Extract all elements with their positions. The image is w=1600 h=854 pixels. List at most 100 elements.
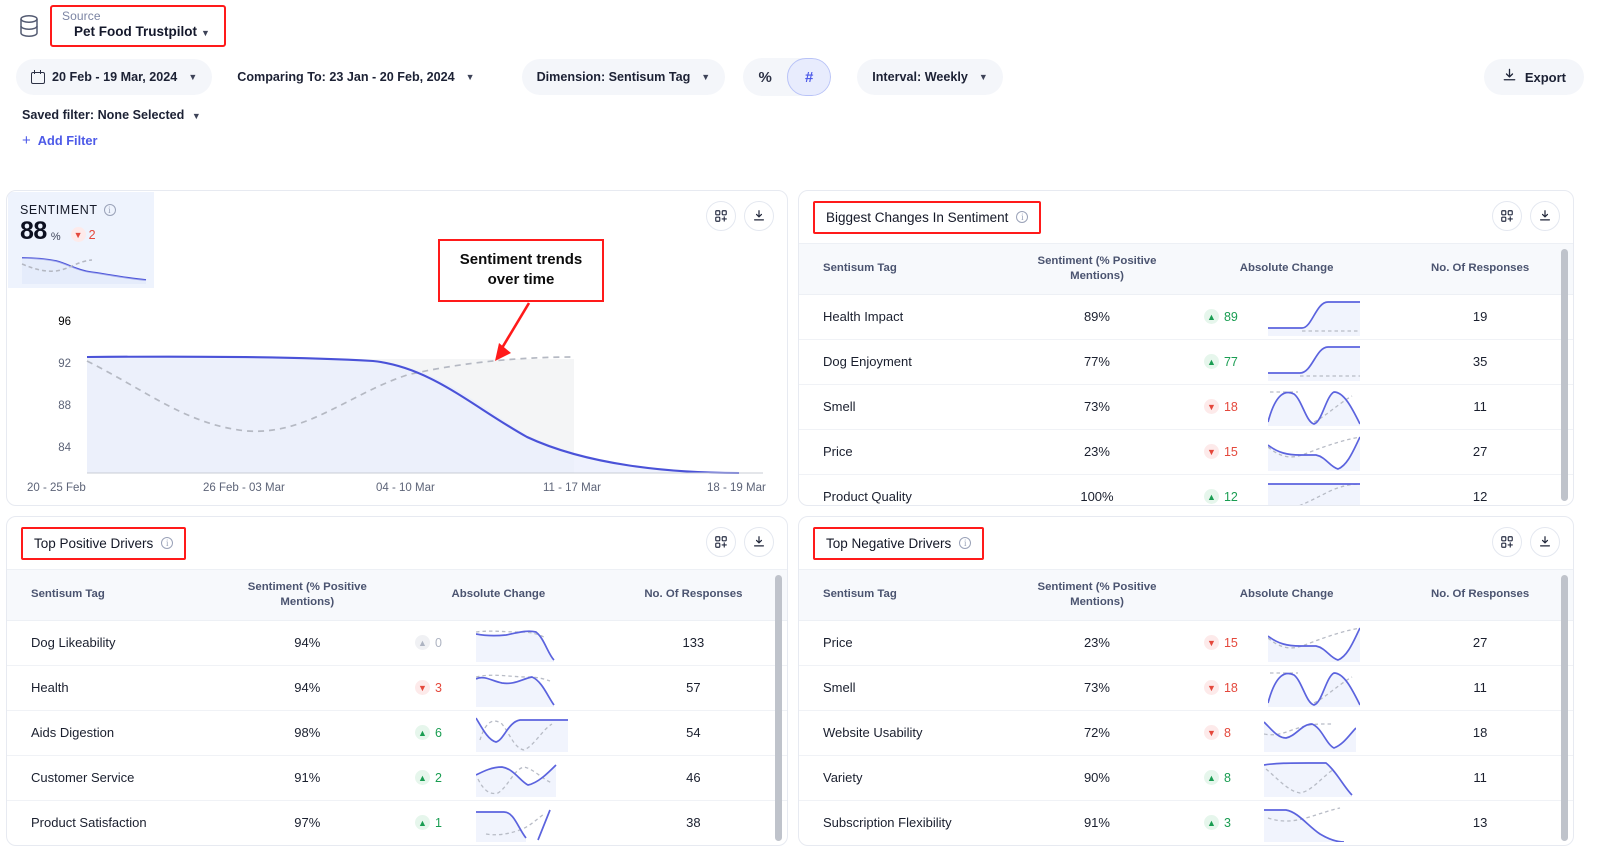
row-sparkline <box>1264 807 1345 842</box>
vertical-scrollbar[interactable] <box>1561 575 1568 841</box>
cell-responses: 12 <box>1387 474 1573 505</box>
comparison-range-picker[interactable]: Comparing To: 23 Jan - 20 Feb, 2024 ▼ <box>222 59 489 95</box>
interval-selector[interactable]: Interval: Weekly ▼ <box>857 59 1003 95</box>
cell-responses: 54 <box>599 710 787 756</box>
biggest-changes-body: Health Impact 89% ▲ 89 19 Dog Enjoyment 77% ▲ 77… <box>799 294 1573 505</box>
download-icon[interactable] <box>744 201 774 231</box>
date-range-label: 20 Feb - 19 Mar, 2024 <box>52 70 178 84</box>
table-row[interactable]: Product Quality 100% ▲ 12 12 <box>799 474 1573 505</box>
arrow-down-icon: ▼ <box>414 680 430 696</box>
export-label: Export <box>1524 69 1566 85</box>
add-to-dashboard-icon[interactable] <box>1492 201 1522 231</box>
date-range-picker[interactable]: 20 Feb - 19 Mar, 2024 ▼ <box>16 59 213 95</box>
source-value[interactable]: Pet Food Trustpilot ▼ <box>62 24 210 40</box>
info-icon[interactable]: i <box>161 537 174 549</box>
cell-change: ▼ 8 <box>1185 710 1388 756</box>
cell-responses: 13 <box>1387 800 1573 845</box>
table-row[interactable]: Customer Service 91% ▲ 2 46 <box>7 755 787 801</box>
table-row[interactable]: Variety 90% ▲ 8 11 <box>799 755 1573 801</box>
cell-tag: Health Impact <box>799 294 1008 340</box>
dashboard-grid: SENTIMENT i 88 % ▼ 2 96 92 88 84 20 - 25… <box>6 190 1594 846</box>
arrow-down-icon: ▼ <box>1203 635 1219 651</box>
add-filter-label: Add Filter <box>37 133 98 148</box>
change-value: 77 <box>1223 354 1238 369</box>
download-icon[interactable] <box>1530 201 1560 231</box>
row-sparkline <box>1267 300 1360 336</box>
info-icon[interactable]: i <box>103 204 116 216</box>
table-row[interactable]: Price 23% ▼ 15 27 <box>799 620 1573 666</box>
arrow-up-icon: ▲ <box>1203 309 1219 325</box>
dimension-selector[interactable]: Dimension: Sentisum Tag ▼ <box>521 59 726 95</box>
table-row[interactable]: Health Impact 89% ▲ 89 19 <box>799 294 1573 340</box>
comparison-range-label: Comparing To: 23 Jan - 20 Feb, 2024 <box>237 70 455 84</box>
add-to-dashboard-icon[interactable] <box>1492 527 1522 557</box>
vertical-scrollbar[interactable] <box>1561 249 1568 501</box>
table-row[interactable]: Product Satisfaction 97% ▲ 1 38 <box>7 800 787 845</box>
table-row[interactable]: Aids Digestion 98% ▲ 6 54 <box>7 710 787 756</box>
column-header-responses: No. Of Responses <box>599 569 787 621</box>
add-to-dashboard-icon[interactable] <box>706 201 736 231</box>
biggest-changes-scroll[interactable]: Sentisum Tag Sentiment (% Positive Menti… <box>799 243 1573 505</box>
arrow-down-icon: ▼ <box>1203 725 1219 741</box>
column-header-responses: No. Of Responses <box>1387 243 1573 295</box>
cell-tag: Health <box>7 665 218 711</box>
top-positive-scroll[interactable]: Sentisum Tag Sentiment (% Positive Menti… <box>7 569 787 845</box>
top-negative-header: Top Negative Drivers i <box>799 517 1573 569</box>
table-row[interactable]: Price 23% ▼ 15 27 <box>799 429 1573 475</box>
cell-change: ▲ 2 <box>396 755 600 801</box>
cell-sentiment: 23% <box>1007 620 1186 666</box>
row-sparkline <box>1264 721 1357 752</box>
source-selector[interactable]: Source Pet Food Trustpilot ▼ <box>50 5 226 47</box>
cell-tag: Price <box>799 620 1008 666</box>
dimension-label: Dimension: Sentisum Tag <box>536 70 691 84</box>
row-sparkline <box>1264 761 1353 797</box>
table-row[interactable]: Dog Enjoyment 77% ▲ 77 35 <box>799 339 1573 385</box>
column-header-tag: Sentisum Tag <box>799 243 1008 295</box>
row-sparkline <box>1267 436 1360 471</box>
download-icon[interactable] <box>1530 527 1560 557</box>
export-button[interactable]: Export <box>1483 59 1584 95</box>
download-icon[interactable] <box>744 527 774 557</box>
change-value: 18 <box>1223 680 1238 695</box>
cell-responses: 35 <box>1387 339 1573 385</box>
table-row[interactable]: Health 94% ▼ 3 57 <box>7 665 787 711</box>
cell-tag: Subscription Flexibility <box>799 800 1008 845</box>
info-icon[interactable]: i <box>1016 211 1029 223</box>
cell-sentiment: 94% <box>217 665 397 711</box>
unit-toggle-percent[interactable]: % <box>743 58 787 96</box>
cell-responses: 11 <box>1387 384 1573 430</box>
sentiment-kpi-label: SENTIMENT <box>20 203 98 217</box>
cell-tag: Dog Enjoyment <box>799 339 1008 385</box>
table-row[interactable]: Website Usability 72% ▼ 8 18 <box>799 710 1573 756</box>
top-negative-scroll[interactable]: Sentisum Tag Sentiment (% Positive Menti… <box>799 569 1573 845</box>
top-positive-title-box: Top Positive Drivers i <box>21 526 187 560</box>
change-value: 12 <box>1223 489 1238 504</box>
biggest-changes-actions <box>1492 201 1560 231</box>
add-to-dashboard-icon[interactable] <box>706 527 736 557</box>
change-value: 6 <box>434 725 442 740</box>
unit-toggle-group: % # <box>743 58 832 96</box>
table-row[interactable]: Dog Likeability 94% ▲ 0 133 <box>7 620 787 666</box>
sentiment-kpi-card: SENTIMENT i 88 % ▼ 2 <box>8 192 154 288</box>
table-row[interactable]: Smell 73% ▼ 18 11 <box>799 384 1573 430</box>
arrow-up-icon: ▲ <box>414 770 430 786</box>
saved-filter-selector[interactable]: Saved filter: None Selected ▼ <box>0 102 1600 122</box>
cell-change: ▼ 18 <box>1185 665 1388 711</box>
chevron-down-icon: ▼ <box>465 72 475 82</box>
source-label: Source <box>62 9 101 24</box>
cell-tag: Variety <box>799 755 1008 801</box>
table-row[interactable]: Subscription Flexibility 91% ▲ 3 13 <box>799 800 1573 845</box>
table-row[interactable]: Smell 73% ▼ 18 11 <box>799 665 1573 711</box>
info-icon[interactable]: i <box>959 537 972 549</box>
unit-toggle-count[interactable]: # <box>787 58 832 96</box>
sentiment-kpi-value: 88 <box>20 217 47 245</box>
top-negative-actions <box>1492 527 1560 557</box>
vertical-scrollbar[interactable] <box>775 575 782 841</box>
svg-text:04 - 10 Mar: 04 - 10 Mar <box>376 482 435 494</box>
add-filter-button[interactable]: + Add Filter <box>0 122 1600 149</box>
arrow-down-icon: ▼ <box>1203 444 1219 460</box>
svg-text:11 - 17 Mar: 11 - 17 Mar <box>543 482 601 494</box>
chevron-down-icon: ▼ <box>191 111 201 121</box>
arrow-up-icon: ▲ <box>414 725 430 741</box>
row-sparkline <box>1267 671 1360 707</box>
